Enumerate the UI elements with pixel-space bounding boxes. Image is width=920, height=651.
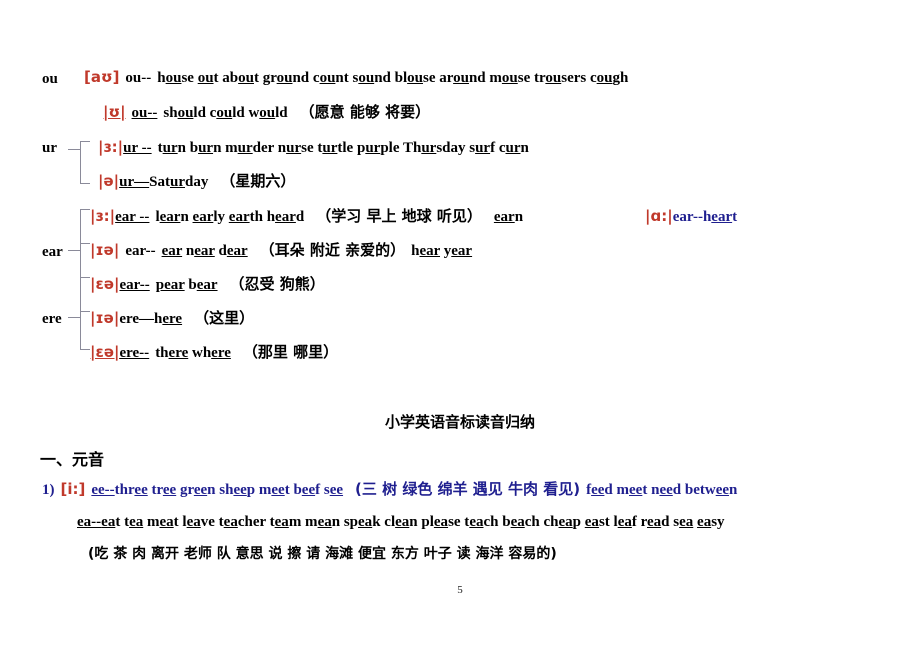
bracket-ear-stem: [68, 250, 81, 251]
group-label-ere: ere: [42, 311, 62, 327]
lead-spelling: ea--: [77, 514, 102, 530]
ere-row2: |ɛə|ere-- there where （那里 哪里）: [90, 345, 338, 361]
lead-spelling: ear--: [119, 277, 150, 293]
lead-spelling: ear --: [115, 209, 150, 225]
ur-row2: |ə|ur—Saturday （星期六）: [98, 174, 295, 190]
word-list: ear near dear: [161, 243, 248, 259]
word-list: pear bear: [155, 277, 218, 293]
phonetic-symbol: |ʊ|: [103, 103, 126, 121]
word-tail: earn: [493, 209, 524, 225]
phonetic-symbol: |ɛə|: [90, 343, 120, 361]
phonetic-symbol: |ɪə|: [90, 309, 120, 327]
vowel-entry-line2: ea--eat tea meat leave teacher team mean…: [77, 515, 725, 530]
document-page: ou [aʊ] ou-- house out about ground count …: [0, 0, 920, 651]
chinese-gloss: （忍受 狗熊）: [229, 275, 325, 293]
word-list: house out about ground count sound blous…: [157, 70, 629, 86]
phonetic-symbol: |ɛə|: [90, 275, 120, 293]
ear-row2: |ɪə| ear-- ear near dear （耳朵 附近 亲爱的） hear ye…: [90, 243, 472, 259]
ear-row1-extra: |ɑ:|ear--heart: [645, 209, 737, 225]
ear-row3: |ɛə|ear-- pear bear （忍受 狗熊）: [90, 277, 325, 293]
lead-spelling: ere--: [119, 345, 150, 361]
lead-spelling: ou--: [125, 70, 152, 86]
lead-spelling: ou--: [131, 105, 158, 121]
bracket-ere-stem: [68, 317, 81, 318]
word-list: learn early earth heard: [155, 209, 305, 225]
bracket-ur-stem: [68, 149, 81, 150]
lead-spelling: ere—: [119, 311, 155, 327]
phonetic-symbol: [aʊ]: [84, 68, 120, 86]
word-tail: feed meet need between: [586, 482, 738, 498]
chinese-gloss: （愿意 能够 将要）: [299, 103, 431, 121]
lead-spelling: ur --: [123, 140, 152, 156]
lead-spelling: ur—: [119, 174, 150, 190]
lead-spelling: ee--: [91, 482, 115, 498]
section-heading-vowels: 一、元音: [40, 450, 105, 469]
chinese-gloss: （耳朵 附近 亲爱的）: [259, 241, 406, 259]
word-list: here: [154, 311, 183, 327]
ou-row2: |ʊ| ou-- should could would （愿意 能够 将要）: [103, 105, 430, 121]
word-list: three tree green sheep meet beef see: [114, 482, 344, 498]
phonetic-symbol: |ɜ:|: [98, 138, 124, 156]
group-label-ur: ur: [42, 140, 57, 156]
word-list: should could would: [163, 105, 288, 121]
phonetic-symbol: |ɜ:|: [90, 207, 116, 225]
page-title: 小学英语音标读音归纳: [384, 413, 535, 431]
ou-row1: [aʊ] ou-- house out about ground count sou…: [84, 70, 628, 86]
alt-word: ear--heart: [672, 209, 738, 225]
word-tail: hear year: [411, 243, 473, 259]
chinese-gloss: （那里 哪里）: [242, 343, 339, 361]
word-list: there where: [155, 345, 231, 361]
phonetic-symbol-alt: |ɑ:|: [645, 207, 673, 225]
lead-spelling: ear--: [125, 243, 156, 259]
entry-index: 1): [42, 482, 55, 498]
page-number: 5: [457, 584, 463, 596]
chinese-gloss: (吃 茶 肉 离开 老师 队 意思 说 擦 请 海滩 便宜 东方 叶子 读 海洋…: [88, 546, 557, 562]
word-list: turn burn murder nurse turtle purple Thu…: [157, 140, 529, 156]
word-list: Saturday: [149, 174, 209, 190]
word-list: eat tea meat leave teacher team mean spe…: [101, 514, 725, 530]
chinese-gloss: （星期六）: [220, 172, 296, 190]
group-label-ou: ou: [42, 71, 58, 87]
phonetic-symbol: |ə|: [98, 172, 120, 190]
phonetic-symbol: |ɪə|: [90, 241, 120, 259]
chinese-gloss: （学习 早上 地球 听见）: [316, 207, 482, 225]
chinese-gloss: （这里）: [194, 309, 255, 327]
chinese-gloss: (三 树 绿色 绵羊 遇见 牛肉 看见): [355, 480, 581, 498]
ere-row1: |ɪə|ere—here （这里）: [90, 311, 254, 327]
vowel-entry-line1: 1) [i:] ee--three tree green sheep meet be…: [42, 482, 737, 498]
vowel-entry-line3-gloss: (吃 茶 肉 离开 老师 队 意思 说 擦 请 海滩 便宜 东方 叶子 读 海洋…: [88, 547, 557, 561]
ear-row1: |ɜ:|ear -- learn early earth heard （学习 早上 …: [90, 209, 523, 225]
phonetic-symbol: [i:]: [60, 480, 86, 498]
group-label-ear: ear: [42, 244, 63, 260]
ur-row1: |ɜ:|ur -- turn burn murder nurse turtle p…: [98, 140, 529, 156]
